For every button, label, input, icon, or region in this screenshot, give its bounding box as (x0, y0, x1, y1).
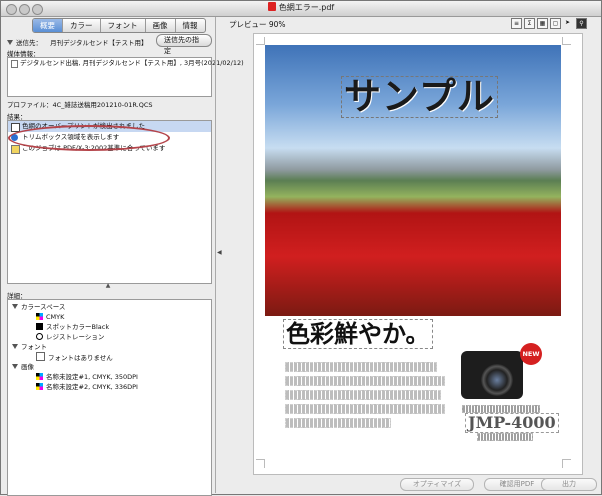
media-info-value: デジタルセンド出稿, 月刊デジタルセンド【テスト用】, 3月号(2021/02/… (20, 59, 244, 67)
report-panel: 概要 カラー フォント 画像 情報 送信先： 月刊デジタルセンド【テスト用】 送… (4, 17, 244, 496)
tree-group-image[interactable]: 画像 (8, 362, 211, 372)
tab-font[interactable]: フォント (101, 19, 146, 32)
caption-text (477, 433, 533, 441)
specify-destination-button[interactable]: 送信先の指定 (156, 34, 212, 55)
crop-mark (256, 37, 265, 45)
crop-mark (256, 459, 265, 468)
disclosure-triangle-icon[interactable] (7, 40, 13, 45)
camera-lens (481, 364, 513, 396)
window-title: 色網エラー.pdf (1, 2, 601, 13)
headline-text: 色彩鮮やか。 (283, 319, 433, 349)
model-name: JMP-4000 (465, 413, 559, 433)
caption-text (462, 405, 540, 413)
details-tree: カラースペース CMYK スポットカラーBlack レジストレーション フォント… (7, 299, 212, 496)
tree-group-colorspace[interactable]: カラースペース (8, 302, 211, 312)
font-icon (36, 352, 45, 361)
cmyk-icon (36, 313, 43, 320)
media-info-box: デジタルセンド出稿, 月刊デジタルセンド【テスト用】, 3月号(2021/02/… (7, 57, 244, 97)
tab-summary[interactable]: 概要 (33, 19, 63, 32)
optimize-button[interactable]: オプティマイズ (400, 478, 474, 491)
tree-item[interactable]: レジストレーション (8, 332, 211, 342)
page-icon[interactable]: ▢ (550, 18, 561, 29)
document-icon (11, 145, 20, 154)
document-icon (11, 60, 18, 68)
tree-item[interactable]: フォントはありません (8, 352, 211, 362)
destination-value: 月刊デジタルセンド【テスト用】 (50, 39, 148, 47)
new-badge: NEW (520, 343, 542, 365)
tab-bar: 概要 カラー フォント 画像 情報 (32, 18, 206, 33)
banner-text: サンプル (341, 76, 498, 118)
tree-item[interactable]: スポットカラーBlack (8, 322, 211, 332)
grid-icon[interactable]: ▦ (537, 18, 548, 29)
crop-mark (562, 37, 571, 45)
sigma-icon[interactable]: Σ (524, 18, 535, 29)
tree-item[interactable]: 名称未設定#1, CMYK, 350DPI (8, 372, 211, 382)
profile-value: 4C_雑誌送稿用201210-01R.QCS (52, 101, 153, 109)
tree-item[interactable]: CMYK (8, 312, 211, 322)
app-window: 色網エラー.pdf 概要 カラー フォント 画像 情報 送信先： 月刊デジタルセ… (0, 0, 602, 496)
layers-icon[interactable]: ≡ (511, 18, 522, 29)
profile-row: プロファイル：4C_雑誌送稿用201210-01R.QCS (7, 101, 153, 109)
image-icon (36, 383, 43, 390)
pointer-icon[interactable]: ➤ (563, 18, 572, 27)
disclosure-triangle-icon (12, 364, 18, 369)
tree-group-font[interactable]: フォント (8, 342, 211, 352)
zoom-icon[interactable]: ⚲ (576, 18, 587, 29)
output-button[interactable]: 出力 (541, 478, 597, 491)
panel-divider[interactable] (215, 17, 216, 493)
title-bar: 色網エラー.pdf (1, 1, 601, 17)
image-icon (36, 373, 43, 380)
tab-info[interactable]: 情報 (176, 19, 205, 32)
disclosure-triangle-icon (12, 344, 18, 349)
body-text-block (285, 362, 445, 432)
highlight-annotation (8, 125, 170, 151)
collapse-arrow-icon[interactable]: ◀ (217, 249, 222, 256)
tab-image[interactable]: 画像 (146, 19, 176, 32)
tree-item[interactable]: 名称未設定#2, CMYK, 336DPI (8, 382, 211, 392)
tab-color[interactable]: カラー (63, 19, 101, 32)
preview-label: プレビュー 90% (229, 20, 286, 29)
registration-icon (36, 333, 43, 340)
spot-color-icon (36, 323, 43, 330)
destination-row: 送信先： 月刊デジタルセンド【テスト用】 (7, 37, 147, 47)
disclosure-triangle-icon (12, 304, 18, 309)
crop-mark (562, 459, 571, 468)
pdf-file-icon (267, 2, 276, 11)
splitter-handle[interactable]: ▲ (4, 283, 212, 289)
